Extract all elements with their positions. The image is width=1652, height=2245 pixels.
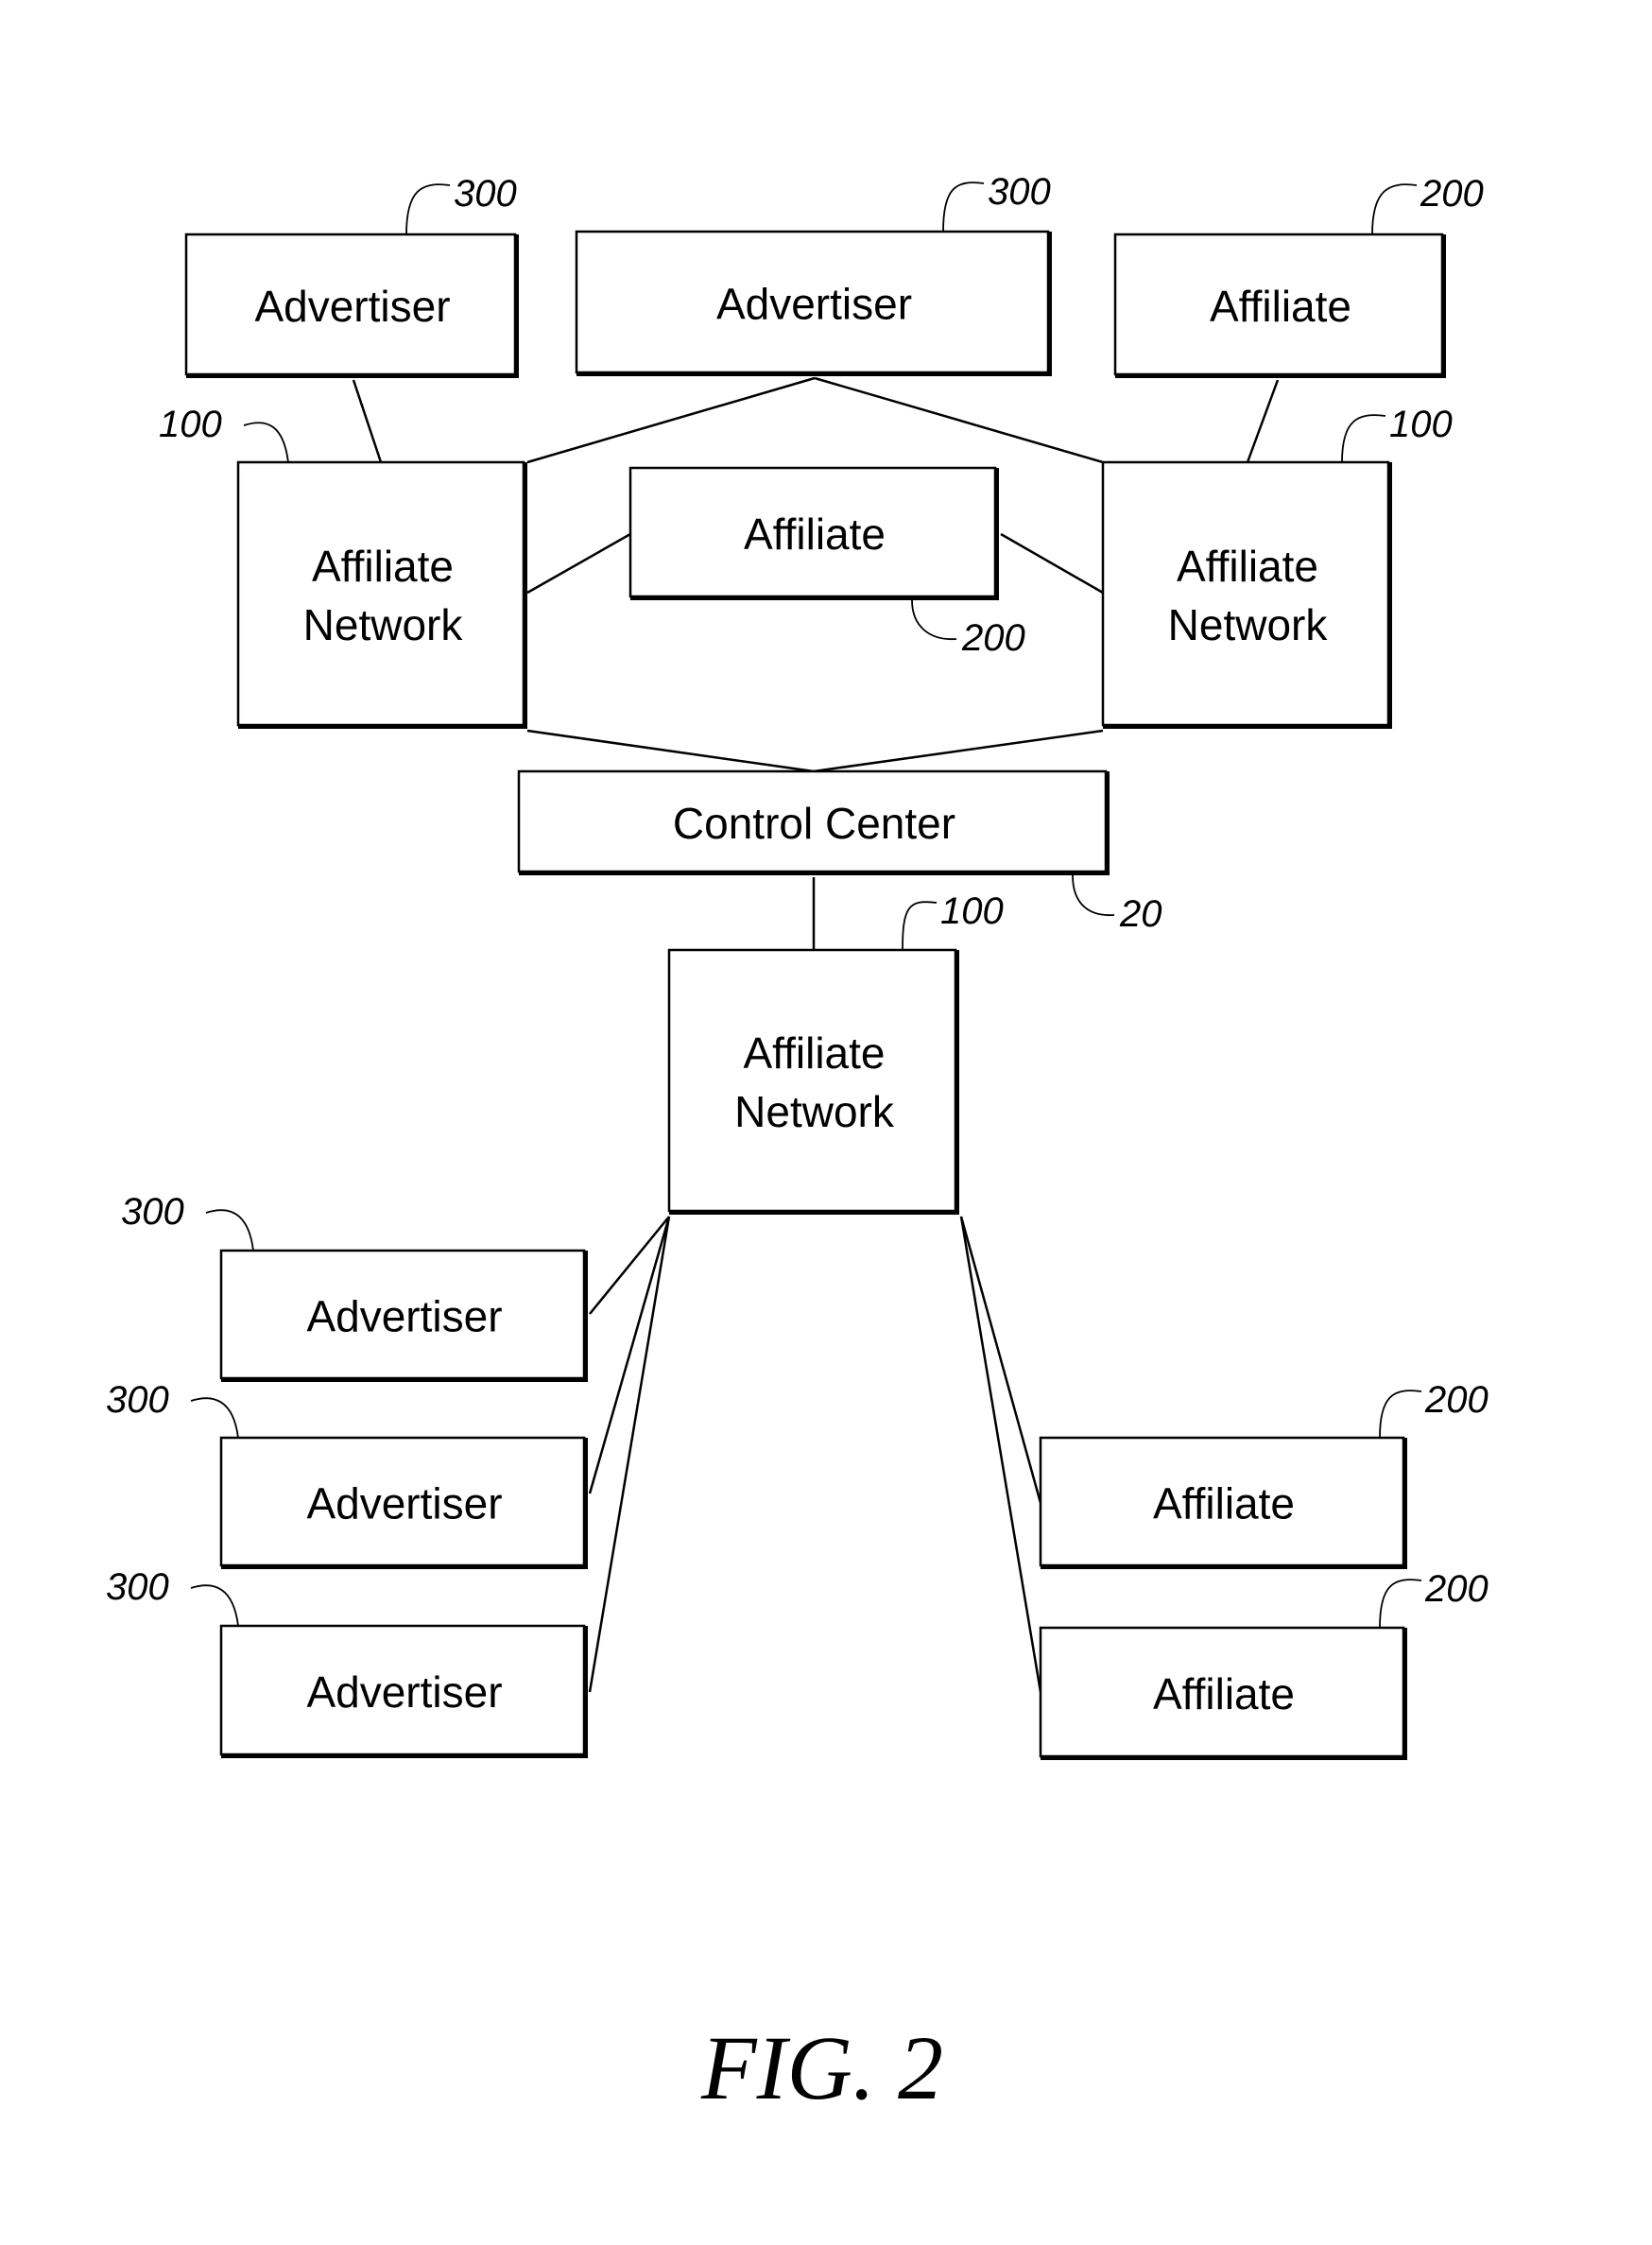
diagram: Advertiser Advertiser Affiliate Affiliate Ne… — [106, 171, 1489, 2118]
figure-caption: FIG. 2 — [700, 2017, 943, 2118]
reference-leader-line — [1379, 1579, 1422, 1629]
reference-numeral: 200 — [961, 617, 1025, 659]
box-label: Affiliate — [1210, 282, 1351, 331]
node-aff-r1: Affiliate — [1039, 1436, 1407, 1569]
connector-adv_top_left-net_left — [352, 379, 383, 463]
connector-adv_top_mid-net_left — [526, 376, 816, 464]
connector-adv_top_mid-net_right — [814, 376, 1104, 464]
box-frame — [667, 948, 957, 1213]
reference-numeral: 300 — [454, 173, 517, 215]
reference-leader-line — [902, 901, 938, 951]
reference-numeral: 20 — [1119, 893, 1162, 935]
reference-numeral: 200 — [1424, 1568, 1489, 1610]
box-frame — [236, 460, 525, 727]
connector-net_bottom-aff_r2 — [959, 1216, 1042, 1693]
reference-numeral: 100 — [1389, 404, 1453, 445]
connector-aff_mid-net_right — [1000, 532, 1104, 595]
box-frame — [1101, 460, 1390, 727]
reference-leader-line — [1341, 414, 1386, 463]
reference-leader-line — [942, 181, 985, 233]
node-net-left: Affiliate Network — [236, 460, 527, 729]
nodes-layer: Advertiser Advertiser Affiliate Affiliate Ne… — [184, 230, 1446, 1760]
reference-leader-line — [1371, 183, 1418, 235]
reference-leader-line — [243, 422, 289, 463]
node-aff-r2: Affiliate — [1039, 1626, 1407, 1760]
box-label: Advertiser — [254, 282, 450, 331]
box-label: Advertiser — [716, 280, 912, 329]
reference-leader-line — [1379, 1390, 1422, 1439]
node-adv-top-mid: Advertiser — [575, 230, 1052, 376]
reference-leader-line — [190, 1584, 239, 1627]
box-label: Affiliate — [1177, 542, 1318, 591]
reference-leader-line — [911, 599, 957, 640]
box-label: Affiliate — [312, 542, 454, 591]
reference-leader-line — [205, 1209, 254, 1252]
reference-leader-line — [1072, 874, 1115, 916]
connector-aff_top_right-net_right — [1246, 379, 1280, 463]
node-aff-top-right: Affiliate — [1113, 233, 1446, 378]
box-label: Affiliate — [743, 1028, 885, 1078]
reference-numeral: 200 — [1420, 173, 1484, 215]
box-label: Advertiser — [306, 1479, 502, 1528]
reference-numeral: 300 — [988, 171, 1051, 213]
reference-numeral: 100 — [940, 890, 1004, 932]
reference-numeral: 300 — [106, 1379, 169, 1421]
box-label: Affiliate — [744, 509, 886, 559]
box-label: Advertiser — [306, 1292, 502, 1341]
box-label: Affiliate — [1153, 1669, 1295, 1718]
reference-leader-line — [190, 1397, 239, 1439]
reference-numeral: 300 — [106, 1566, 169, 1608]
node-net-bottom: Affiliate Network — [667, 948, 959, 1215]
connector-net_right-control — [813, 729, 1104, 773]
box-label: Advertiser — [306, 1667, 502, 1717]
box-label: Control Center — [673, 799, 955, 848]
refs-layer: 300 300 200 100 200 100 20 100 300 300 300 200 200 — [106, 171, 1489, 1629]
node-adv-l1: Advertiser — [219, 1249, 588, 1382]
node-control: Control Center — [517, 769, 1110, 875]
box-label: Affiliate — [1153, 1479, 1295, 1528]
connector-net_left-control — [526, 729, 815, 773]
connector-net_left-aff_mid — [526, 532, 631, 595]
node-adv-l3: Advertiser — [219, 1624, 588, 1758]
reference-numeral: 200 — [1424, 1379, 1489, 1421]
box-label: Network — [1168, 600, 1329, 649]
reference-numeral: 100 — [159, 404, 222, 445]
reference-leader-line — [405, 183, 451, 235]
node-adv-top-left: Advertiser — [184, 233, 519, 378]
box-label: Network — [303, 600, 464, 649]
node-net-right: Affiliate Network — [1101, 460, 1392, 729]
reference-numeral: 300 — [121, 1191, 184, 1233]
node-adv-l2: Advertiser — [219, 1436, 588, 1569]
box-label: Network — [734, 1087, 895, 1136]
node-aff-mid: Affiliate — [628, 466, 999, 600]
connector-net_bottom-adv_l1 — [589, 1216, 670, 1315]
